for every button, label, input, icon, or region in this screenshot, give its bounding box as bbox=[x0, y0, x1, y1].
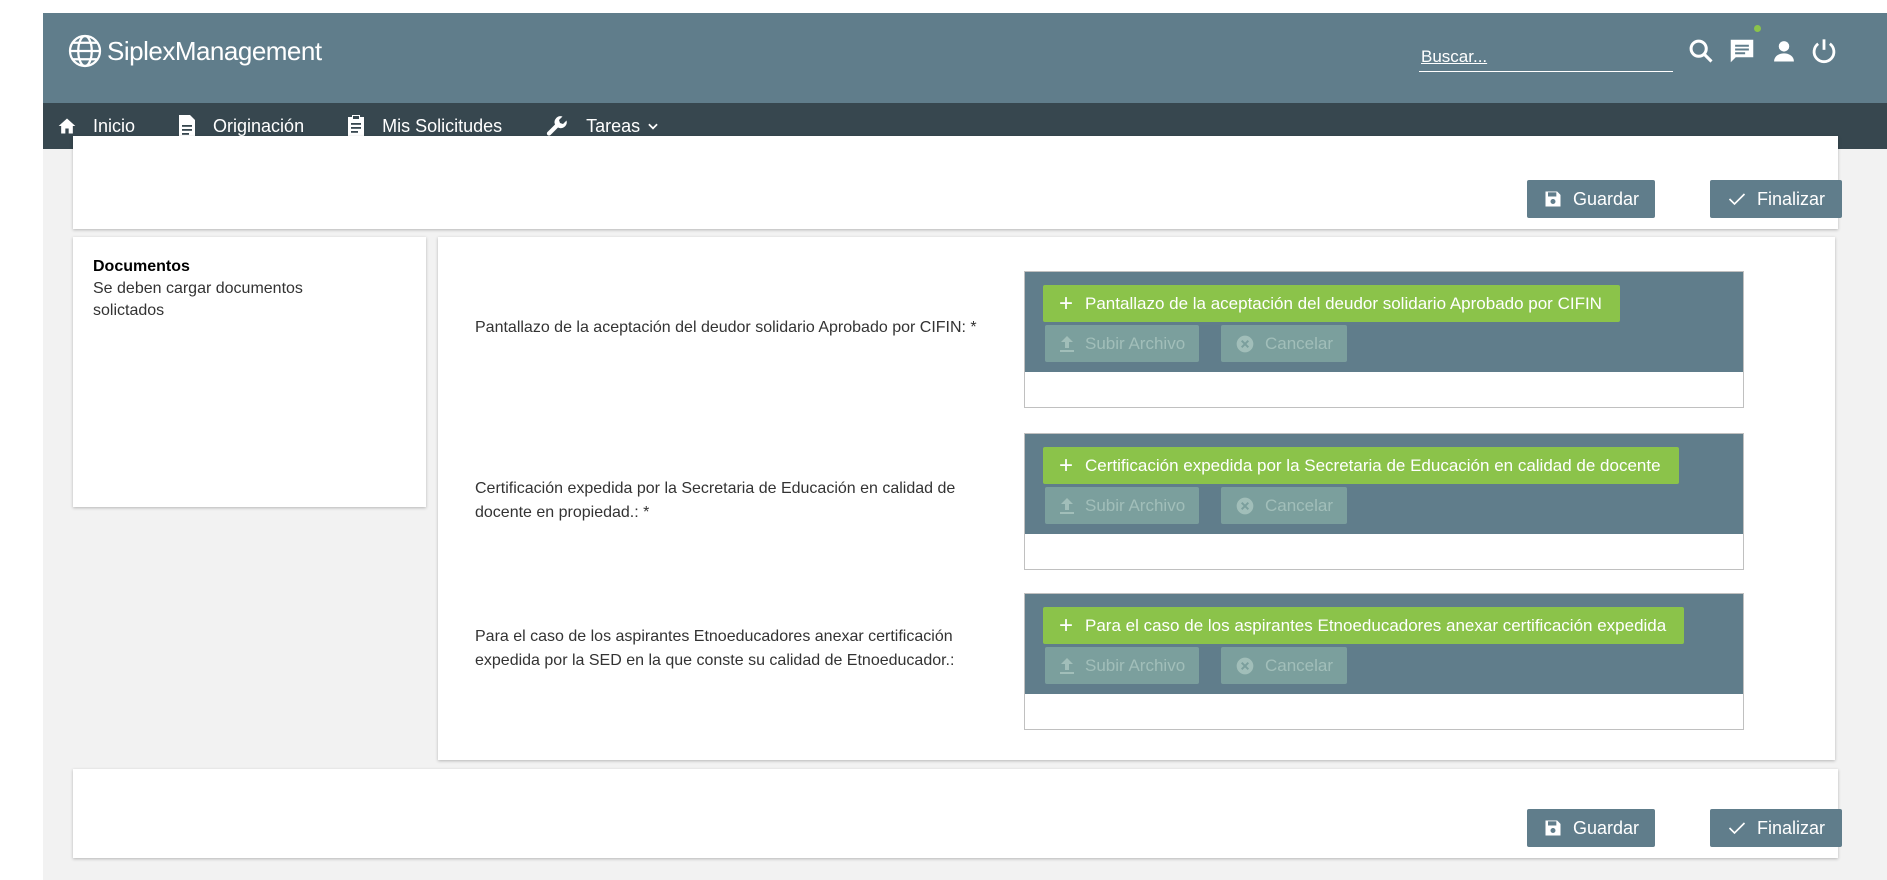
notification-dot bbox=[1754, 25, 1761, 32]
floppy-icon bbox=[1545, 820, 1561, 836]
top-actions-card: Guardar Finalizar bbox=[73, 136, 1842, 229]
sidebar-description: Se deben cargar documentos solictados bbox=[93, 280, 303, 319]
cancel-label: Cancelar bbox=[1265, 655, 1334, 675]
file-upload-2: + Certificación expedida por la Secretar… bbox=[1024, 433, 1744, 570]
top-bar: SiplexManagement Buscar... bbox=[43, 13, 1887, 103]
save-button[interactable]: Guardar bbox=[1527, 180, 1655, 218]
search-icon[interactable] bbox=[1685, 35, 1717, 67]
cancel-icon bbox=[1236, 335, 1254, 352]
nav-item-mis-solicitudes[interactable]: Mis Solicitudes bbox=[346, 114, 502, 138]
choose-file-button[interactable]: + Pantallazo de la aceptación del deudor… bbox=[1043, 285, 1620, 322]
nav-label: Tareas bbox=[586, 115, 641, 136]
upload-label: Subir Archivo bbox=[1085, 333, 1186, 353]
choose-file-button[interactable]: + Certificación expedida por la Secretar… bbox=[1043, 447, 1679, 484]
nav-item-originacion[interactable]: Originación bbox=[177, 114, 304, 138]
document-label: Pantallazo de la aceptación del deudor s… bbox=[475, 319, 977, 336]
home-icon bbox=[58, 118, 76, 134]
upload-icon bbox=[1060, 335, 1074, 352]
cancel-button[interactable]: Cancelar bbox=[1221, 325, 1348, 362]
sidebar-title: Documentos bbox=[93, 258, 190, 275]
upload-toolbar: + Para el caso de los aspirantes Etnoedu… bbox=[1025, 594, 1743, 694]
cancel-button[interactable]: Cancelar bbox=[1221, 647, 1348, 684]
cancel-icon bbox=[1236, 657, 1254, 674]
plus-icon: + bbox=[1059, 611, 1074, 639]
choose-file-button[interactable]: + Para el caso de los aspirantes Etnoedu… bbox=[1043, 607, 1685, 644]
wrench-icon bbox=[547, 116, 567, 136]
nav-item-tareas[interactable]: Tareas bbox=[544, 114, 660, 138]
plus-icon: + bbox=[1059, 451, 1074, 479]
finish-label: Finalizar bbox=[1756, 817, 1826, 838]
power-icon[interactable] bbox=[1808, 35, 1840, 67]
upload-button[interactable]: Subir Archivo bbox=[1045, 647, 1200, 684]
save-label: Guardar bbox=[1572, 817, 1640, 838]
user-icon[interactable] bbox=[1768, 35, 1800, 67]
file-upload-1: + Pantallazo de la aceptación del deudor… bbox=[1024, 271, 1744, 408]
globe-icon bbox=[68, 34, 102, 68]
finish-button[interactable]: Finalizar bbox=[1710, 809, 1842, 847]
finish-button[interactable]: Finalizar bbox=[1710, 180, 1842, 218]
nav-label: Originación bbox=[213, 115, 305, 136]
search-placeholder: Buscar... bbox=[1421, 47, 1488, 66]
nav-item-inicio[interactable]: Inicio bbox=[57, 116, 135, 137]
brand-name: SiplexManagement bbox=[107, 35, 322, 66]
cancel-button[interactable]: Cancelar bbox=[1221, 487, 1348, 524]
plus-icon: + bbox=[1059, 289, 1074, 317]
brand-logo[interactable]: SiplexManagement bbox=[67, 33, 322, 69]
upload-icon bbox=[1060, 497, 1074, 514]
upload-label: Subir Archivo bbox=[1085, 655, 1186, 675]
save-button[interactable]: Guardar bbox=[1527, 809, 1655, 847]
chat-icon[interactable] bbox=[1726, 35, 1758, 67]
check-icon bbox=[1728, 193, 1746, 206]
chevron-down-icon bbox=[648, 123, 658, 130]
document-label: Certificación expedida por la Secretaria… bbox=[475, 480, 956, 521]
clipboard-icon bbox=[348, 115, 365, 137]
upload-label: Subir Archivo bbox=[1085, 495, 1186, 515]
save-label: Guardar bbox=[1572, 188, 1640, 209]
cancel-label: Cancelar bbox=[1265, 333, 1334, 353]
choose-file-label: Certificación expedida por la Secretaria… bbox=[1085, 455, 1661, 475]
cancel-label: Cancelar bbox=[1265, 495, 1334, 515]
bottom-actions-card: Guardar Finalizar bbox=[73, 769, 1842, 858]
finish-label: Finalizar bbox=[1756, 188, 1826, 209]
upload-button[interactable]: Subir Archivo bbox=[1045, 487, 1200, 524]
nav-label: Mis Solicitudes bbox=[382, 115, 503, 136]
documents-form: Pantallazo de la aceptación del deudor s… bbox=[438, 237, 1835, 760]
upload-toolbar: + Certificación expedida por la Secretar… bbox=[1025, 434, 1743, 534]
documents-sidebar: Documentos Se deben cargar documentos so… bbox=[73, 237, 426, 507]
document-label: Para el caso de los aspirantes Etnoeduca… bbox=[475, 628, 955, 669]
upload-button[interactable]: Subir Archivo bbox=[1045, 325, 1200, 362]
choose-file-label: Pantallazo de la aceptación del deudor s… bbox=[1085, 293, 1602, 313]
upload-icon bbox=[1060, 657, 1074, 674]
check-icon bbox=[1728, 822, 1746, 835]
choose-file-label: Para el caso de los aspirantes Etnoeduca… bbox=[1085, 615, 1667, 635]
search-input[interactable]: Buscar... bbox=[1419, 43, 1673, 72]
file-upload-3: + Para el caso de los aspirantes Etnoedu… bbox=[1024, 593, 1744, 730]
floppy-icon bbox=[1545, 191, 1561, 207]
app-frame: SiplexManagement Buscar... Inicio Origin… bbox=[43, 13, 1887, 880]
upload-toolbar: + Pantallazo de la aceptación del deudor… bbox=[1025, 272, 1743, 372]
nav-label: Inicio bbox=[93, 115, 136, 136]
document-icon bbox=[179, 115, 196, 137]
cancel-icon bbox=[1236, 497, 1254, 514]
